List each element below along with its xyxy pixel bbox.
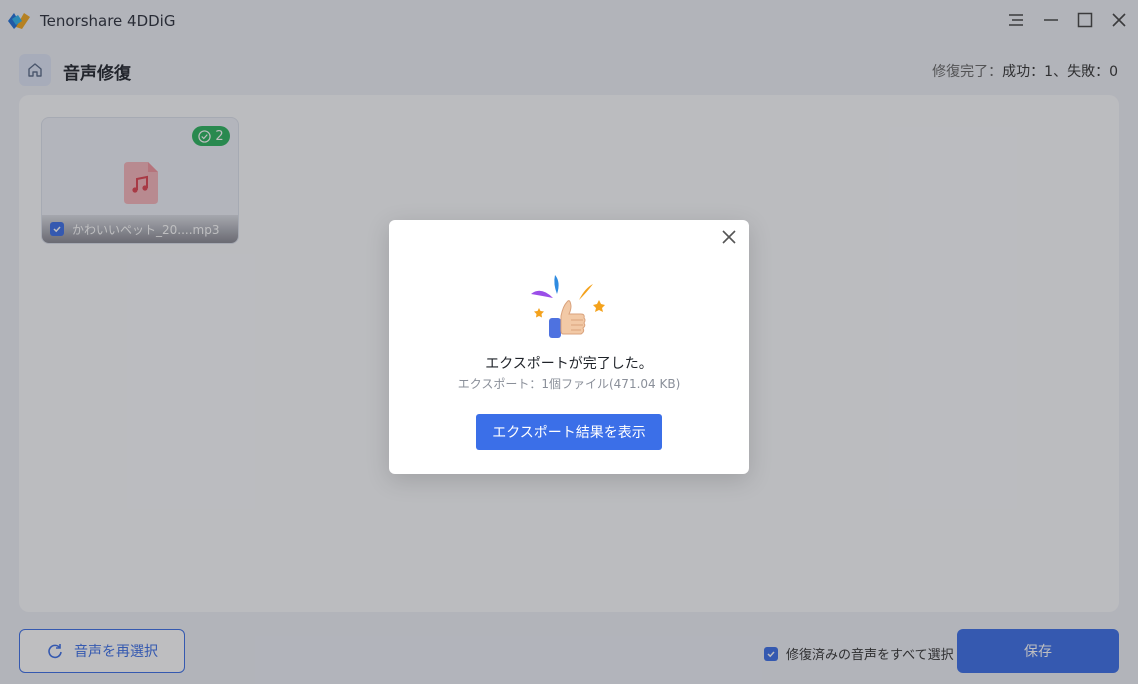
dialog-subtitle: エクスポート：1個ファイル(471.04 KB) [457,377,681,391]
export-complete-dialog: エクスポートが完了した。 エクスポート：1個ファイル(471.04 KB) エク… [389,220,749,474]
dialog-title: エクスポートが完了した。 [485,356,653,372]
dialog-close-icon[interactable] [721,229,737,245]
thumbs-up-celebration-icon [531,275,605,338]
view-export-results-button[interactable]: エクスポート結果を表示 [476,414,662,450]
